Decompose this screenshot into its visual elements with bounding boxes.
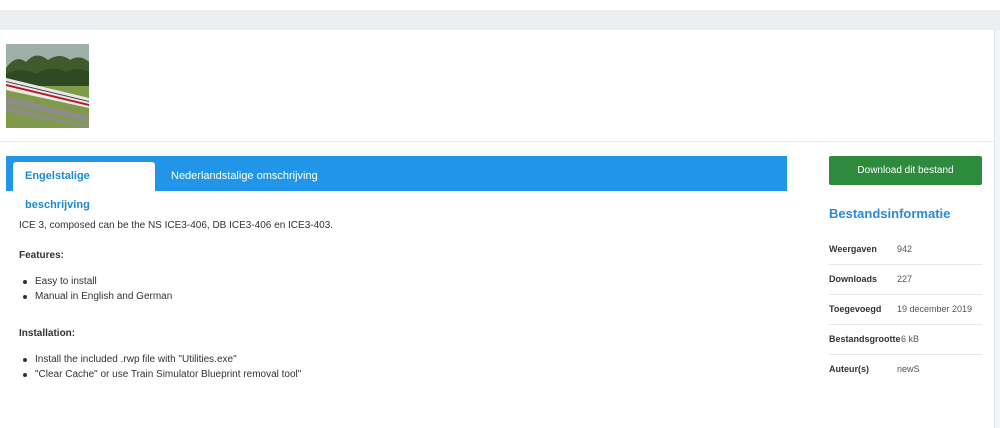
info-row-downloads: Downloads 227 — [829, 265, 982, 295]
file-info-table: Weergaven 942 Downloads 227 Toegevoegd 1… — [829, 235, 982, 385]
info-key: Downloads — [829, 274, 878, 284]
installation-heading: Installation: — [19, 328, 76, 339]
hero-area — [0, 30, 994, 142]
info-value: 6 kB — [901, 334, 920, 344]
top-band — [0, 10, 1000, 30]
file-panel: Engelstalige beschrijving Nederlandstali… — [0, 30, 994, 428]
description-tabbar: Engelstalige beschrijving Nederlandstali… — [6, 156, 787, 211]
download-button[interactable]: Download dit bestand — [829, 156, 982, 185]
info-row-views: Weergaven 942 — [829, 235, 982, 265]
list-item: "Clear Cache" or use Train Simulator Blu… — [19, 367, 301, 382]
info-row-added: Toegevoegd 19 december 2019 — [829, 295, 982, 325]
info-value: 19 december 2019 — [897, 304, 973, 314]
info-key: Bestandsgrootte — [829, 334, 901, 344]
top-strip — [0, 0, 1000, 10]
tab-dutch-description[interactable]: Nederlandstalige omschrijving — [159, 162, 330, 191]
features-list: Easy to install Manual in English and Ge… — [19, 274, 172, 304]
info-key: Weergaven — [829, 244, 877, 254]
scrollbar[interactable] — [994, 30, 1000, 428]
info-key: Auteur(s) — [829, 364, 869, 374]
info-key: Toegevoegd — [829, 304, 882, 314]
info-row-authors: Auteur(s) newS — [829, 355, 982, 385]
info-value: newS — [897, 364, 920, 374]
info-value: 942 — [897, 244, 913, 254]
list-item: Manual in English and German — [19, 289, 172, 304]
train-image — [6, 44, 89, 128]
info-row-filesize: Bestandsgrootte 6 kB — [829, 325, 982, 355]
file-info-title: Bestandsinformatie — [829, 206, 951, 221]
features-heading: Features: — [19, 250, 65, 261]
intro-text: ICE 3, composed can be the NS ICE3-406, … — [19, 220, 334, 231]
list-item: Easy to install — [19, 274, 172, 289]
train-thumbnail[interactable] — [6, 44, 89, 128]
installation-list: Install the included .rwp file with "Uti… — [19, 352, 301, 382]
info-value: 227 — [897, 274, 913, 284]
tab-english-description[interactable]: Engelstalige beschrijving — [13, 162, 155, 211]
list-item: Install the included .rwp file with "Uti… — [19, 352, 301, 367]
